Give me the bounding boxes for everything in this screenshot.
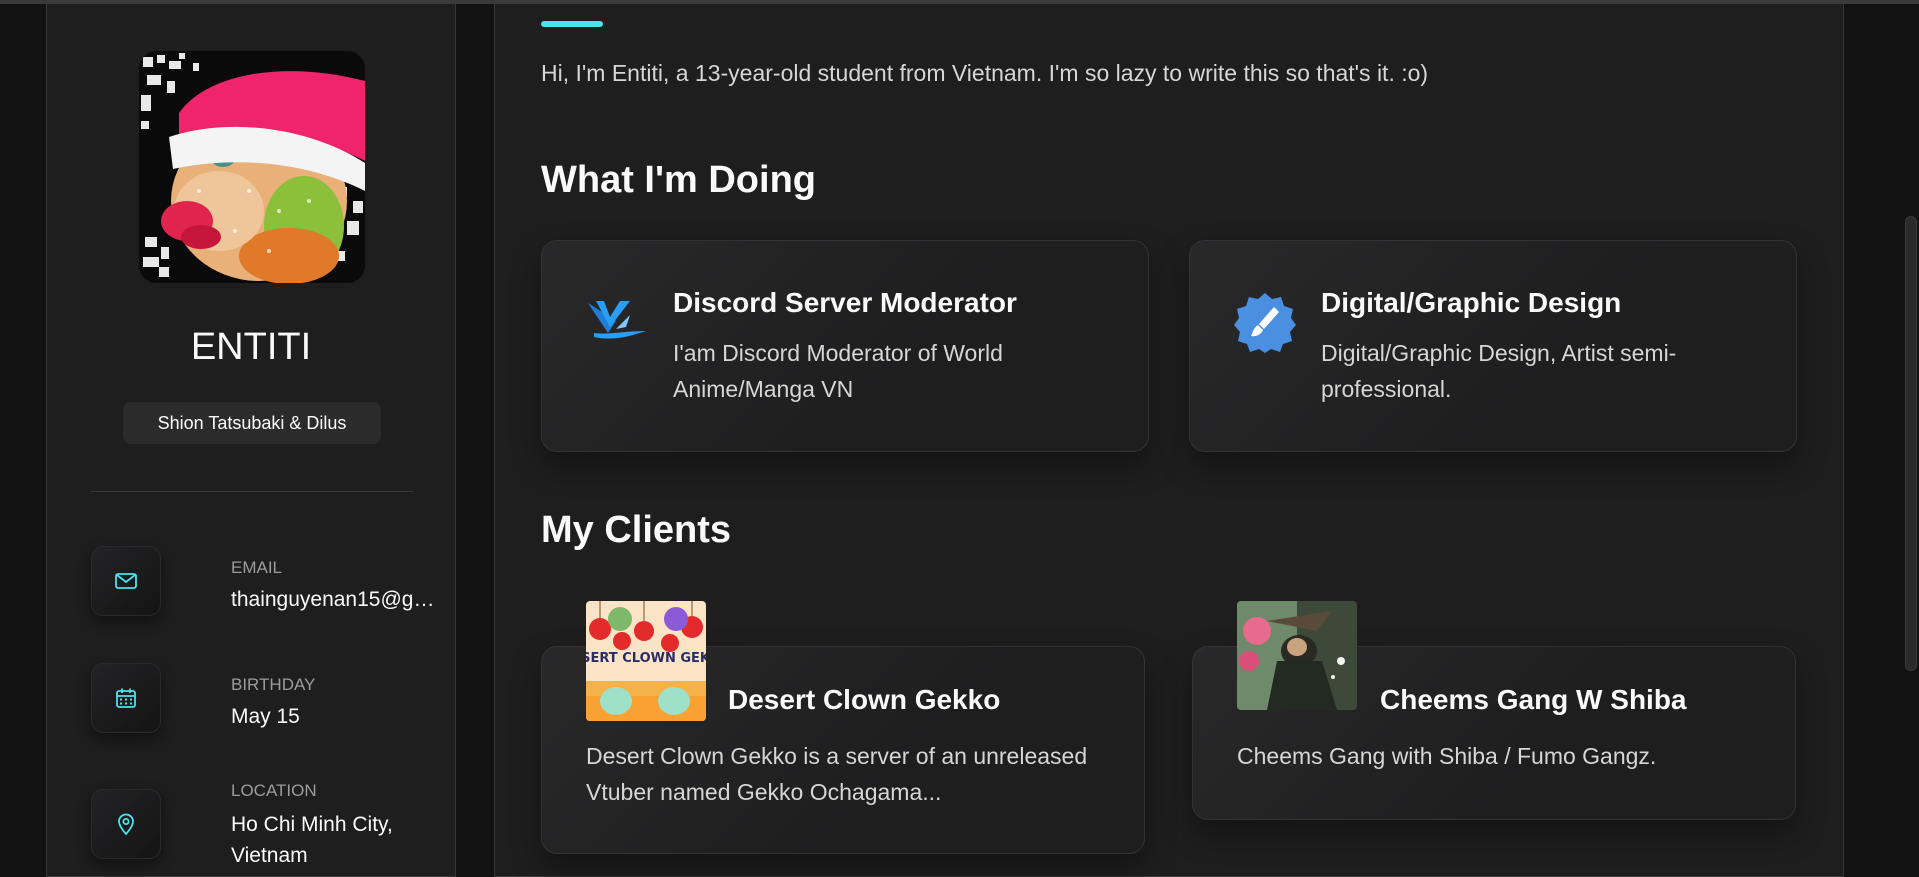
mail-icon xyxy=(115,573,137,589)
profile-title-badge: Shion Tatsubaki & Dilus xyxy=(123,402,381,444)
profile-name: ENTITI xyxy=(190,326,312,368)
service-title: Digital/Graphic Design xyxy=(1321,287,1622,318)
calendar-icon xyxy=(116,688,136,708)
service-text: I'am Discord Moderator of World Anime/Ma… xyxy=(673,340,1003,402)
contact-birthday-label: BIRTHDAY xyxy=(231,675,316,694)
client-logo-cheems-gang xyxy=(1237,601,1357,710)
service-card-design: Digital/Graphic Design Digital/Graphic D… xyxy=(1189,240,1797,452)
contact-birthday-value: May 15 xyxy=(231,705,300,728)
client-title: Cheems Gang W Shiba xyxy=(1380,684,1687,715)
contact-birthday-icon-box xyxy=(91,663,161,733)
location-pin-icon xyxy=(118,813,134,836)
title-accent-bar xyxy=(541,21,603,27)
service-title: Discord Server Moderator xyxy=(673,287,1017,318)
sidebar-separator xyxy=(91,491,413,492)
client-text: Cheems Gang with Shiba / Fumo Gangz. xyxy=(1237,743,1657,769)
contact-location-icon-box xyxy=(91,789,161,859)
avatar xyxy=(139,51,365,283)
client-logo-desert-clown-gekko: DESERT CLOWN GEKKO xyxy=(586,601,706,721)
service-text: Digital/Graphic Design, Artist semi-prof… xyxy=(1321,340,1677,402)
contact-email-label: EMAIL xyxy=(231,558,283,577)
design-badge-icon xyxy=(1234,293,1296,353)
client-logo-text: DESERT CLOWN GEKKO xyxy=(586,651,706,666)
client-text: Desert Clown Gekko is a server of an unr… xyxy=(586,743,1088,805)
service-card-moderator: Discord Server Moderator I'am Discord Mo… xyxy=(541,240,1149,452)
profile-sidebar: ENTITI Shion Tatsubaki & Dilus EMAIL tha… xyxy=(46,4,456,877)
avatar-image xyxy=(139,51,365,283)
services-heading: What I'm Doing xyxy=(541,159,816,201)
about-intro: Hi, I'm Entiti, a 13-year-old student fr… xyxy=(541,60,1429,86)
moderator-logo-icon xyxy=(588,301,646,339)
contact-email-icon-box xyxy=(91,546,161,616)
contact-location-value: Ho Chi Minh City, Vietnam xyxy=(231,813,393,867)
client-title: Desert Clown Gekko xyxy=(728,684,1001,715)
scrollbar-thumb[interactable] xyxy=(1905,216,1917,671)
clients-heading: My Clients xyxy=(541,509,732,551)
about-panel: Hi, I'm Entiti, a 13-year-old student fr… xyxy=(494,4,1844,877)
contact-email-link[interactable]: thainguyenan15@gmail.com xyxy=(231,584,441,615)
contact-location-label: LOCATION xyxy=(231,781,317,800)
